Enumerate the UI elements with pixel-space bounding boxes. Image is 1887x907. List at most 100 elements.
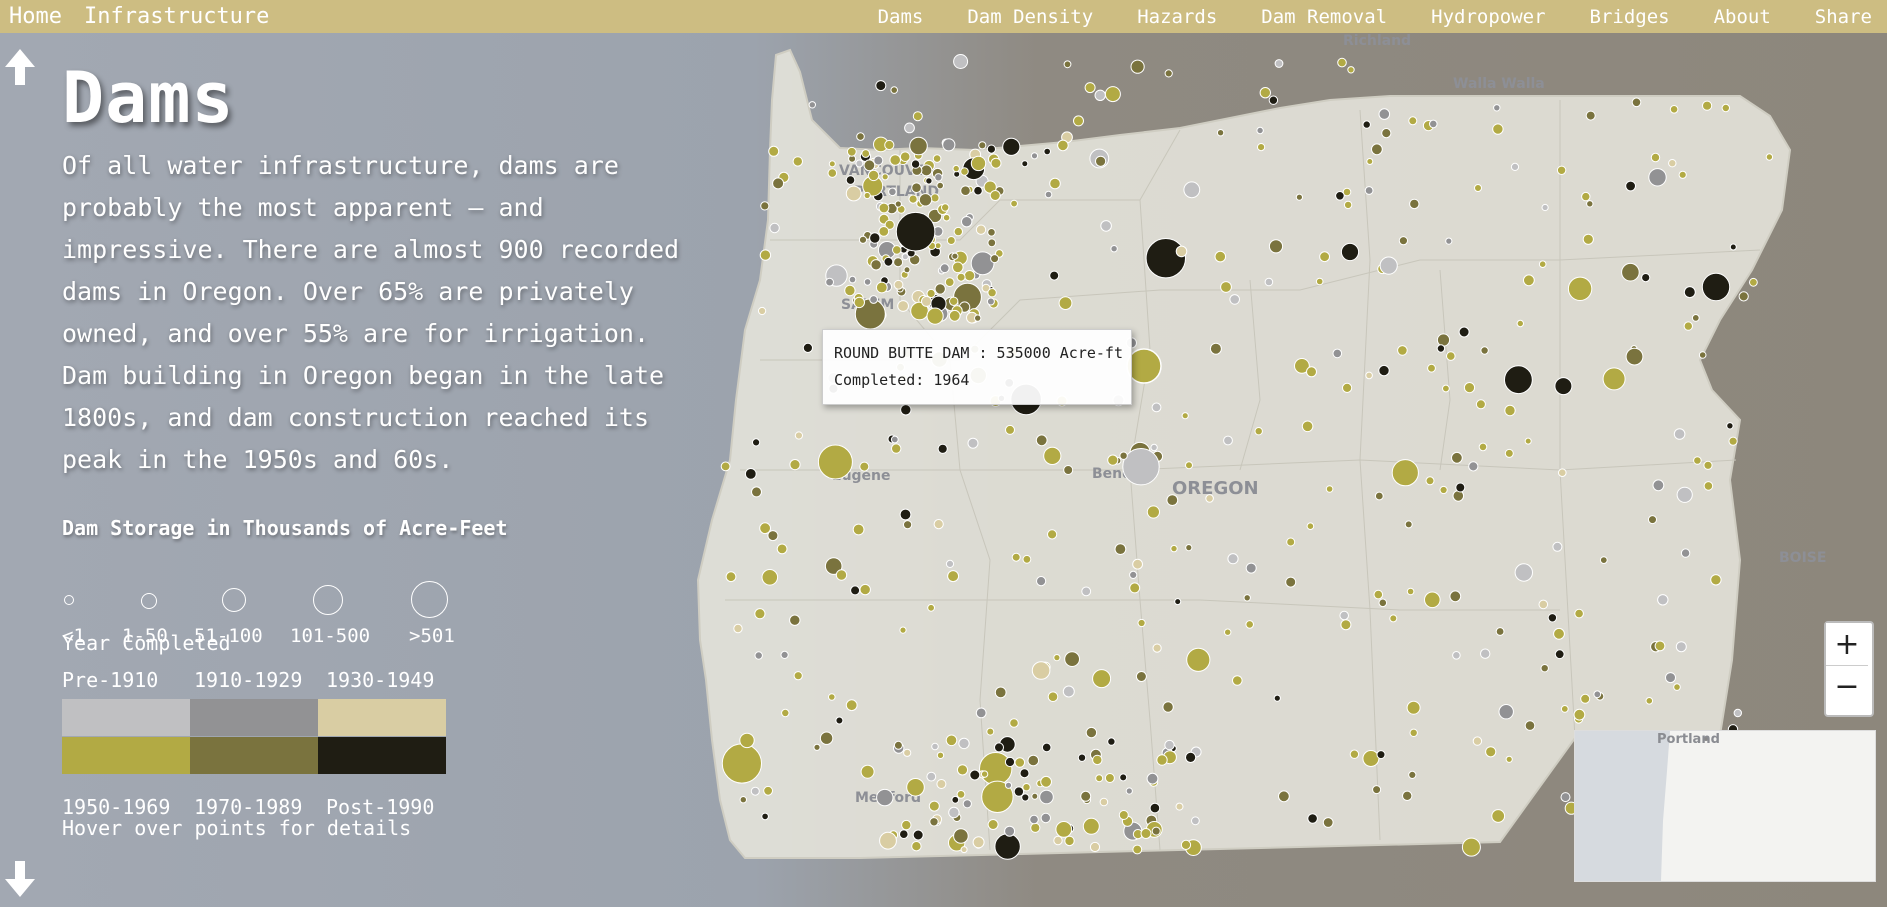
nav-about[interactable]: About	[1714, 6, 1771, 28]
dam-marker[interactable]	[1669, 105, 1679, 114]
dam-marker[interactable]	[845, 699, 858, 712]
dam-marker[interactable]	[980, 770, 989, 778]
dam-marker[interactable]	[844, 284, 856, 297]
dam-marker[interactable]	[958, 737, 970, 750]
dam-marker[interactable]	[1268, 239, 1284, 254]
dam-marker[interactable]	[946, 236, 956, 245]
dam-marker[interactable]	[1084, 82, 1096, 94]
dam-marker[interactable]	[1493, 104, 1501, 112]
dam-marker[interactable]	[1391, 459, 1419, 487]
dam-marker[interactable]	[776, 543, 788, 555]
dam-marker[interactable]	[1676, 486, 1693, 503]
dam-marker[interactable]	[725, 571, 737, 583]
dam-marker[interactable]	[1031, 792, 1039, 800]
dam-marker[interactable]	[769, 222, 780, 234]
dam-marker[interactable]	[1077, 753, 1087, 762]
dam-marker[interactable]	[936, 751, 945, 759]
dam-marker[interactable]	[754, 608, 766, 620]
dam-marker[interactable]	[952, 164, 960, 173]
dam-marker[interactable]	[1285, 576, 1297, 588]
dam-marker[interactable]	[1452, 651, 1461, 660]
dam-marker[interactable]	[1209, 342, 1222, 355]
dam-marker[interactable]	[870, 259, 882, 271]
dam-marker[interactable]	[1540, 664, 1549, 673]
dam-marker[interactable]	[1372, 785, 1382, 795]
dam-marker[interactable]	[908, 194, 918, 204]
dam-marker[interactable]	[899, 626, 907, 634]
dam-marker[interactable]	[1648, 515, 1657, 525]
dam-marker[interactable]	[1175, 245, 1188, 258]
dam-marker[interactable]	[1641, 273, 1651, 283]
dam-marker[interactable]	[1232, 675, 1243, 686]
dam-marker[interactable]	[1055, 821, 1073, 838]
dam-marker[interactable]	[1409, 198, 1420, 210]
dam-marker[interactable]	[1114, 543, 1127, 555]
dam-marker[interactable]	[1094, 89, 1106, 102]
dam-marker[interactable]	[934, 242, 942, 250]
dam-marker[interactable]	[759, 249, 772, 261]
dam-marker[interactable]	[1030, 152, 1039, 160]
dam-marker[interactable]	[1027, 754, 1040, 767]
dam-marker[interactable]	[1554, 649, 1565, 660]
dam-marker[interactable]	[1315, 277, 1324, 286]
dam-marker[interactable]	[1683, 321, 1694, 331]
dam-marker[interactable]	[926, 771, 937, 782]
dam-marker[interactable]	[945, 559, 955, 569]
dam-marker[interactable]	[1049, 177, 1061, 190]
dam-marker[interactable]	[875, 80, 887, 92]
dam-marker[interactable]	[1268, 95, 1279, 105]
dam-marker[interactable]	[1442, 384, 1450, 393]
dam-marker[interactable]	[1175, 802, 1184, 811]
dam-marker[interactable]	[1701, 272, 1731, 302]
dam-marker[interactable]	[901, 819, 912, 831]
nav-hazards[interactable]: Hazards	[1137, 6, 1217, 28]
dam-marker[interactable]	[989, 190, 1001, 201]
dam-marker[interactable]	[888, 187, 897, 197]
dam-marker[interactable]	[1224, 628, 1232, 636]
dam-marker[interactable]	[1257, 143, 1266, 152]
dam-marker[interactable]	[1650, 152, 1661, 163]
nav-share[interactable]: Share	[1815, 6, 1872, 28]
dam-marker[interactable]	[861, 149, 871, 158]
dam-marker[interactable]	[863, 191, 871, 200]
dam-marker[interactable]	[848, 275, 857, 284]
dam-marker[interactable]	[808, 101, 816, 109]
dam-marker[interactable]	[1485, 746, 1497, 758]
dam-marker[interactable]	[1364, 186, 1374, 195]
dam-marker[interactable]	[1164, 69, 1173, 78]
dam-marker[interactable]	[1243, 594, 1251, 602]
dam-marker[interactable]	[945, 734, 958, 747]
dam-marker[interactable]	[845, 175, 856, 185]
dam-marker[interactable]	[780, 650, 789, 660]
dam-marker[interactable]	[846, 146, 857, 157]
dam-marker[interactable]	[1657, 594, 1669, 606]
arrow-up-icon[interactable]	[4, 47, 36, 87]
dam-marker[interactable]	[856, 132, 865, 141]
dam-marker[interactable]	[1004, 781, 1013, 789]
dam-marker[interactable]	[1104, 773, 1115, 783]
dam-marker[interactable]	[1039, 789, 1054, 805]
dam-marker[interactable]	[1129, 570, 1138, 580]
dam-marker[interactable]	[970, 155, 987, 172]
dam-marker[interactable]	[1132, 558, 1143, 570]
dam-marker[interactable]	[825, 277, 834, 287]
dam-marker[interactable]	[1044, 190, 1053, 199]
dam-marker[interactable]	[934, 173, 943, 182]
dam-marker[interactable]	[1347, 66, 1355, 74]
dam-marker[interactable]	[768, 145, 780, 157]
dam-marker[interactable]	[952, 261, 964, 274]
dam-marker[interactable]	[1599, 556, 1608, 564]
dam-marker[interactable]	[893, 257, 904, 268]
dam-marker[interactable]	[1680, 548, 1691, 558]
dam-marker[interactable]	[763, 785, 773, 796]
dam-marker[interactable]	[835, 569, 848, 581]
dam-marker[interactable]	[1337, 57, 1347, 68]
dam-marker[interactable]	[1130, 59, 1145, 74]
dam-marker[interactable]	[891, 443, 902, 454]
dam-marker[interactable]	[894, 200, 902, 208]
dam-marker[interactable]	[853, 296, 865, 309]
dam-marker[interactable]	[1110, 245, 1118, 253]
dam-marker[interactable]	[1021, 793, 1030, 802]
dam-marker[interactable]	[1404, 520, 1413, 529]
dam-marker[interactable]	[739, 796, 747, 804]
